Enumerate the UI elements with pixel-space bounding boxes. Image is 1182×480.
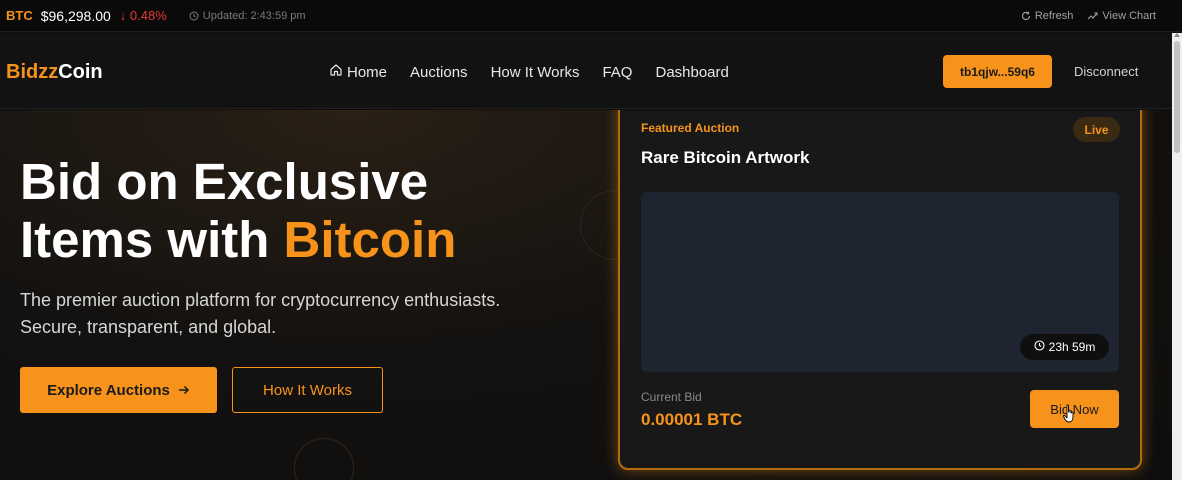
- page-scrollbar[interactable]: [1172, 33, 1182, 480]
- countdown-timer-text: 23h 59m: [1048, 340, 1096, 354]
- nav-item-auctions[interactable]: Auctions: [410, 63, 468, 81]
- hero-title-line2: Items with: [20, 211, 284, 268]
- main-navbar: BidzzCoin Home Auctions How It Works FAQ…: [0, 33, 1172, 109]
- scroll-up-arrow-icon[interactable]: [1174, 33, 1180, 37]
- disconnect-button[interactable]: Disconnect: [1074, 64, 1138, 79]
- brand-logo-part2: Coin: [58, 61, 103, 83]
- ticker-updated-text: Updated: 2:43:59 pm: [202, 9, 306, 22]
- nav-item-home-label: Home: [347, 63, 388, 81]
- arrow-right-icon: [178, 382, 190, 399]
- explore-auctions-label: Explore Auctions: [47, 381, 170, 399]
- ticker-symbol: BTC: [6, 8, 33, 23]
- auction-image-placeholder: 23h 59m: [641, 192, 1119, 372]
- ticker-updated: Updated: 2:43:59 pm: [189, 10, 306, 22]
- refresh-button[interactable]: Refresh: [1021, 9, 1074, 22]
- hero-subtitle-line1: The premier auction platform for cryptoc…: [20, 290, 501, 310]
- decorative-circle: [294, 438, 354, 480]
- nav-item-dashboard[interactable]: Dashboard: [655, 63, 728, 81]
- status-badge: Live: [1073, 117, 1120, 142]
- clock-icon: [189, 11, 199, 21]
- nav-item-how-it-works[interactable]: How It Works: [491, 63, 580, 81]
- current-bid-label: Current Bid: [641, 390, 702, 404]
- nav-links: Home Auctions How It Works FAQ Dashboard: [329, 63, 729, 81]
- trend-icon: [1087, 11, 1098, 21]
- how-it-works-button[interactable]: How It Works: [232, 367, 383, 413]
- hero-subtitle: The premier auction platform for cryptoc…: [20, 287, 580, 341]
- brand-logo[interactable]: BidzzCoin: [6, 61, 103, 84]
- wallet-address-button[interactable]: tb1qjw...59q6: [943, 55, 1052, 88]
- nav-item-faq[interactable]: FAQ: [602, 63, 632, 81]
- countdown-timer: 23h 59m: [1020, 334, 1109, 360]
- hero-title-line1: Bid on Exclusive: [20, 153, 429, 210]
- view-chart-label: View Chart: [1102, 9, 1156, 22]
- refresh-label: Refresh: [1034, 9, 1074, 22]
- hero-subtitle-line2: Secure, transparent, and global.: [20, 317, 277, 337]
- featured-auction-label: Featured Auction: [641, 121, 740, 135]
- explore-auctions-button[interactable]: Explore Auctions: [20, 367, 217, 413]
- hand-cursor-icon: [1063, 404, 1077, 429]
- scrollbar-thumb[interactable]: [1174, 41, 1180, 153]
- home-icon: [329, 63, 343, 81]
- clock-icon: [1034, 340, 1045, 354]
- brand-logo-part1: Bidzz: [6, 61, 59, 83]
- hero-section: Bid on Exclusive Items with Bitcoin The …: [0, 110, 1172, 480]
- ticker-change: ↓ 0.48%: [119, 8, 167, 23]
- hero-title: Bid on Exclusive Items with Bitcoin: [20, 153, 580, 269]
- refresh-icon: [1021, 11, 1031, 21]
- view-chart-button[interactable]: View Chart: [1087, 10, 1156, 22]
- current-bid-value: 0.00001 BTC: [641, 410, 743, 429]
- featured-auction-title: Rare Bitcoin Artwork: [641, 148, 810, 167]
- hero-title-accent: Bitcoin: [283, 211, 457, 268]
- price-ticker-bar: BTC $96,298.00 ↓ 0.48% Updated: 2:43:59 …: [0, 0, 1182, 32]
- nav-item-home[interactable]: Home: [329, 63, 387, 81]
- ticker-price: $96,298.00: [40, 7, 111, 24]
